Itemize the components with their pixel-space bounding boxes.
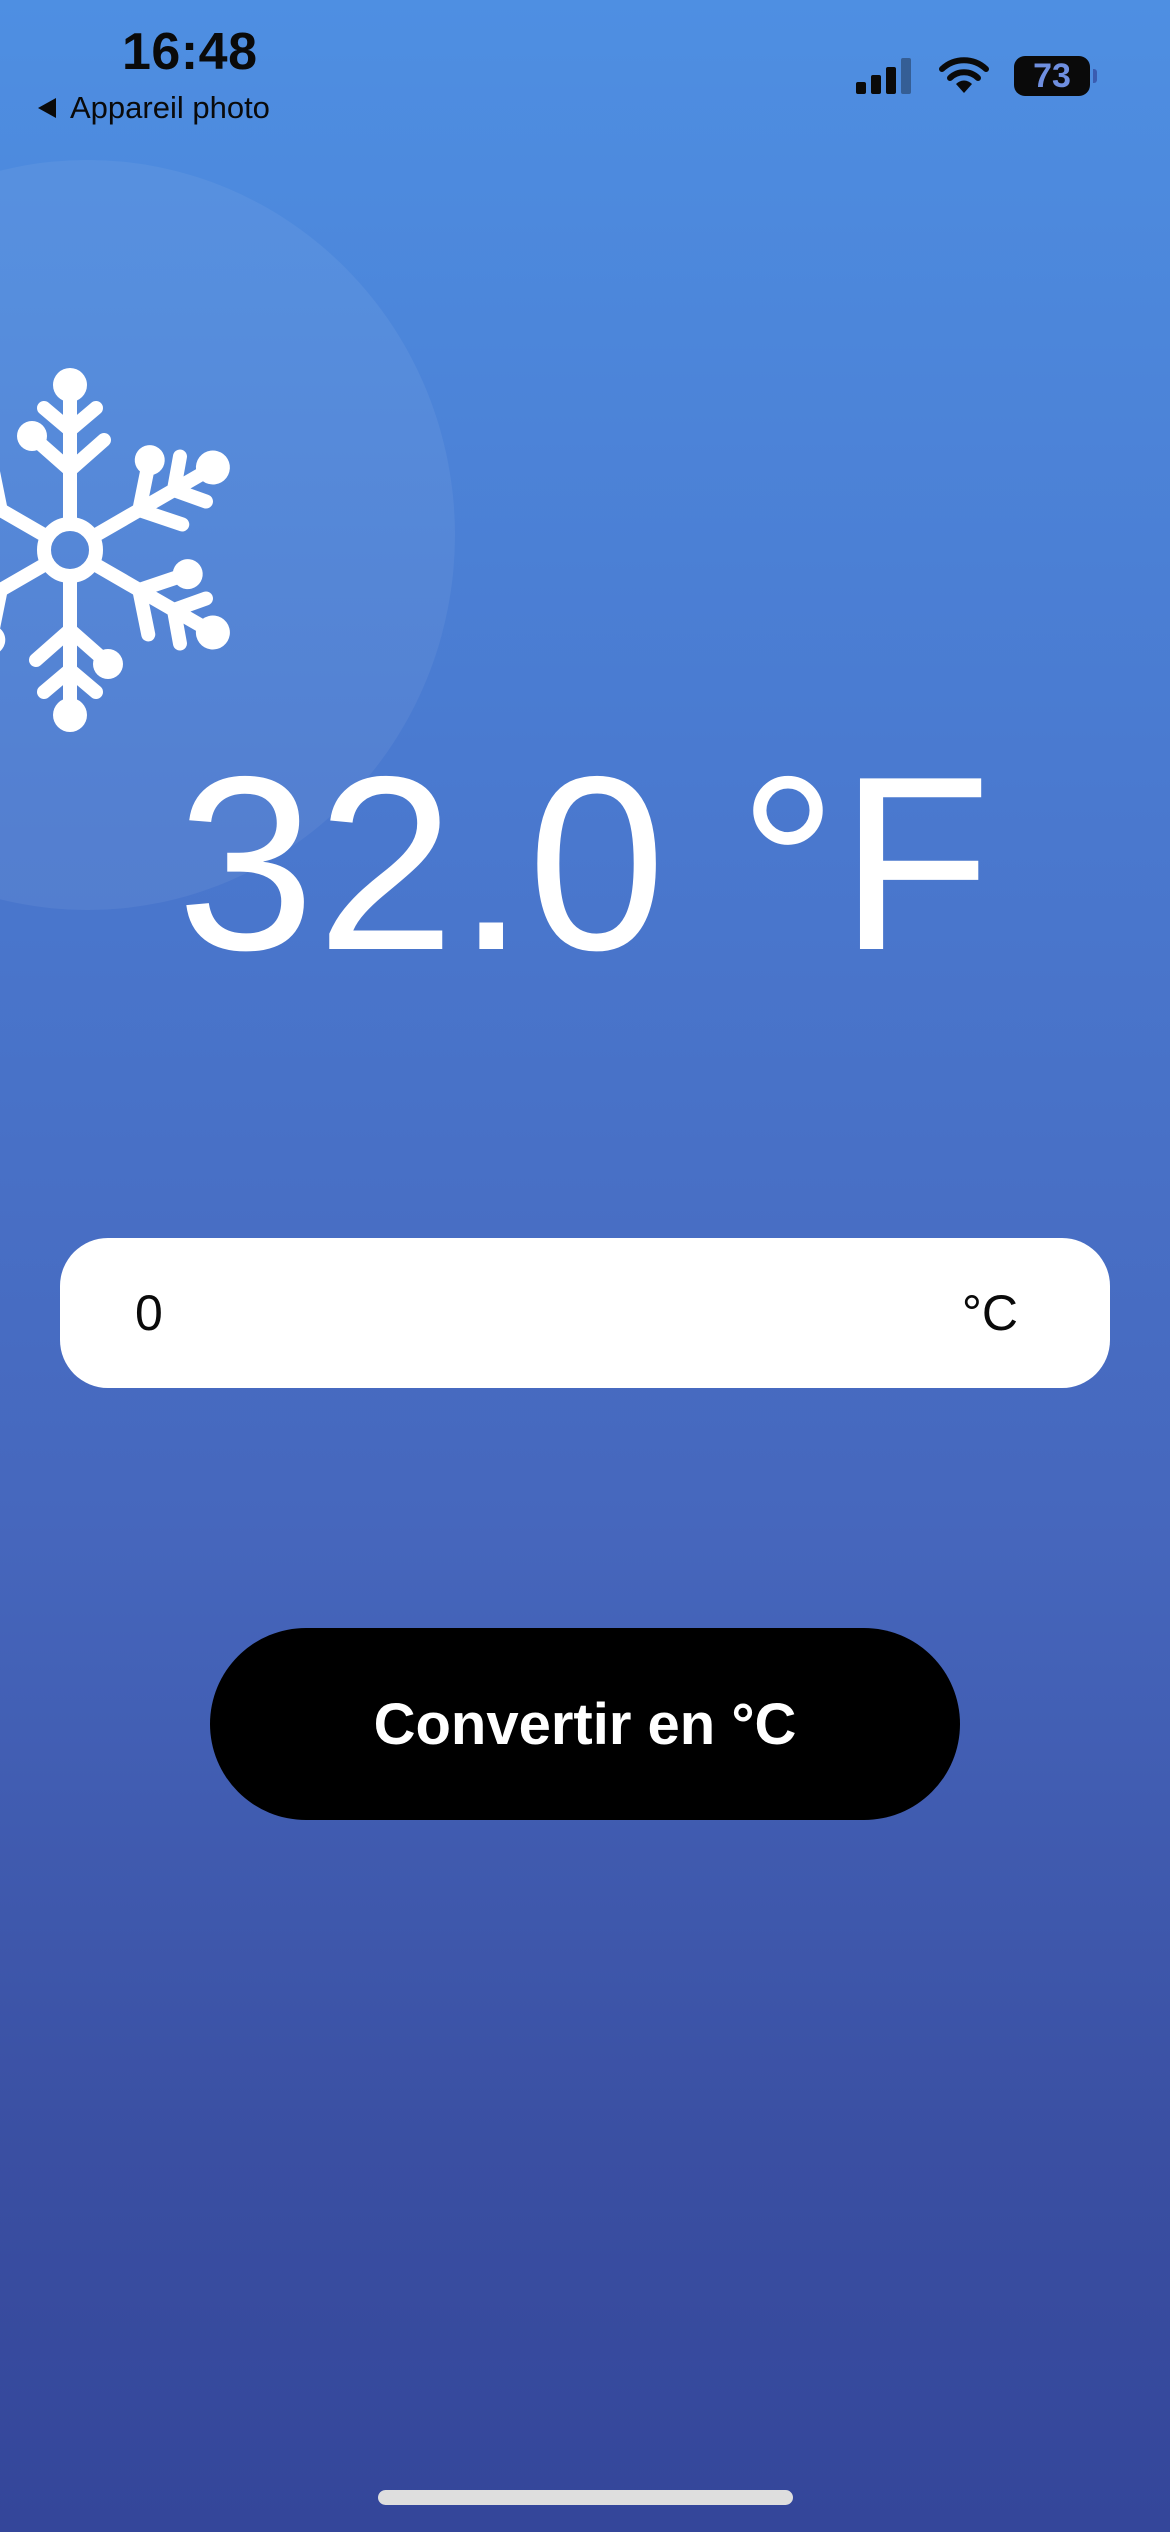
temperature-input-container[interactable]: °C bbox=[60, 1238, 1110, 1388]
unit-label: °C bbox=[961, 1285, 1018, 1341]
status-indicators: 73 bbox=[856, 56, 1097, 96]
celsius-input[interactable] bbox=[135, 1284, 962, 1342]
home-indicator[interactable] bbox=[378, 2490, 793, 2505]
battery-icon: 73 bbox=[1014, 56, 1097, 96]
app-screen: 16:48 Appareil photo 73 32.0 °F 0 °C Con… bbox=[0, 0, 1170, 2532]
back-arrow-icon bbox=[38, 98, 56, 118]
battery-level: 73 bbox=[1033, 56, 1071, 95]
cellular-signal-icon bbox=[856, 58, 911, 94]
back-to-app-link[interactable]: Appareil photo bbox=[38, 90, 270, 126]
convert-button[interactable]: Convertir en °C bbox=[210, 1628, 960, 1820]
snowflake-icon bbox=[0, 368, 260, 740]
status-time: 16:48 bbox=[122, 23, 258, 81]
temperature-display: 32.0 °F bbox=[176, 724, 994, 1002]
back-link-label: Appareil photo bbox=[70, 90, 270, 125]
wifi-icon bbox=[939, 57, 989, 93]
